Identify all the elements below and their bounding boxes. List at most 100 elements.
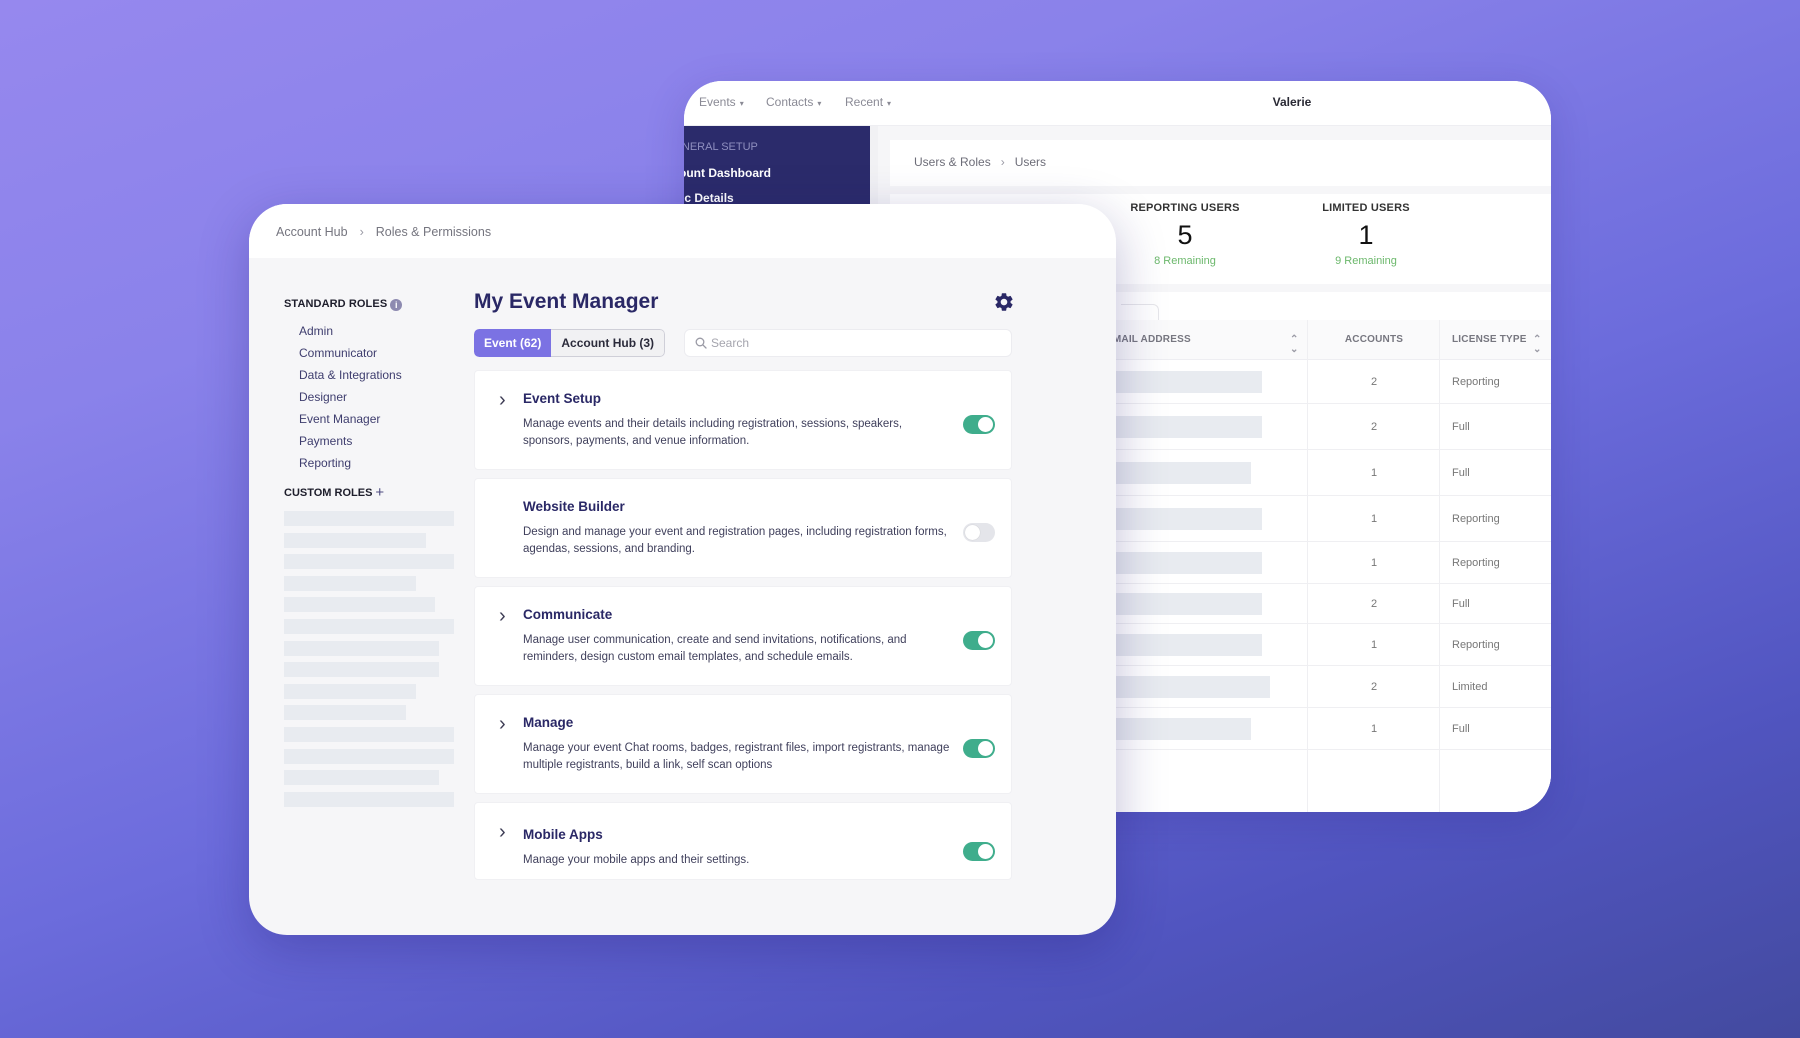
custom-role-placeholder [284,662,439,678]
column-header-license-type[interactable]: LICENSE TYPE ⌃ ⌄ [1440,320,1551,360]
permission-toggle[interactable] [963,842,995,861]
custom-role-placeholder [284,748,454,764]
column-header-email[interactable]: EMAIL ADDRESS ⌃⌄ [1116,320,1308,360]
cell-accounts: 2 [1370,598,1378,610]
role-item-reporting[interactable]: Reporting [299,456,351,470]
toggle-knob [978,417,993,432]
standard-roles-label: STANDARD ROLES [284,298,388,310]
sidebar-link-basic-details[interactable]: Basic Details [684,191,734,205]
search-icon [695,337,707,349]
top-nav-bar: Events ▾ Contacts ▾ Recent ▾ Valerie [684,81,1551,126]
nav-recent-label: Recent [845,95,884,109]
column-license-label: LICENSE TYPE [1452,334,1527,345]
cell-license-type: Reporting [1452,557,1500,569]
custom-role-placeholder [284,511,454,526]
role-item-payments[interactable]: Payments [299,434,352,448]
column-accounts-label: ACCOUNTS [1344,334,1404,345]
gear-icon[interactable] [993,291,1015,313]
role-item-admin[interactable]: Admin [299,324,333,338]
toggle-knob [978,844,993,859]
table-row[interactable]: 2 Limited [1116,666,1551,708]
roles-permissions-window: Account Hub › Roles & Permissions STANDARD… [249,204,1116,935]
table-row[interactable]: 1 Reporting [1116,542,1551,584]
nav-recent-menu[interactable]: Recent ▾ [845,95,891,109]
add-custom-role-icon[interactable]: + [375,484,384,501]
cell-license-type: Reporting [1452,639,1500,651]
role-item-communicator[interactable]: Communicator [299,346,377,360]
email-placeholder-bar [1116,416,1262,438]
table-row[interactable]: 2 Full [1116,404,1551,450]
breadcrumb-account-hub[interactable]: Account Hub [276,225,348,239]
permission-title: Event Setup [523,391,602,406]
cell-license-type: Full [1452,723,1470,735]
chevron-right-icon[interactable]: › [499,714,506,734]
permission-card-website-builder: Website Builder Design and manage your ev… [474,478,1012,578]
chevron-right-icon[interactable]: › [499,390,506,410]
permission-description: Manage events and their details includin… [523,418,903,447]
standard-roles-heading: STANDARD ROLES i [284,298,403,311]
permission-card-manage: › Manage Manage your event Chat rooms, bad… [474,694,1012,794]
table-row[interactable]: 1 Full [1116,708,1551,750]
tab-event[interactable]: Event (62) [474,329,552,357]
custom-role-placeholder [284,770,439,786]
permission-card-event-setup: › Event Setup Manage events and their deta… [474,370,1012,470]
permission-description: Manage your event Chat rooms, badges, re… [523,742,950,771]
scope-tabs: Event (62) Account Hub (3) [474,329,666,357]
info-icon[interactable]: i [390,299,403,311]
cell-license-type: Reporting [1452,376,1500,388]
table-row[interactable]: 1 Reporting [1116,496,1551,542]
sidebar-link-account-dashboard[interactable]: Account Dashboard [684,166,771,180]
page-title: My Event Manager [474,290,659,313]
permission-toggle[interactable] [963,631,995,650]
custom-role-placeholder [284,597,435,613]
email-placeholder-bar [1116,676,1270,698]
stat-limited-users: LIMITED USERS 1 9 Remaining [1266,202,1466,267]
permission-toggle[interactable] [963,739,995,758]
chevron-right-icon[interactable]: › [499,822,506,842]
sort-icon[interactable]: ⌃ ⌄ [1533,335,1542,355]
custom-roles-heading: CUSTOM ROLES + [284,484,384,501]
email-placeholder-bar [1116,718,1251,740]
chevron-right-icon: › [359,225,364,239]
users-table: EMAIL ADDRESS ⌃⌄ ACCOUNTS LICENSE TYPE ⌃… [1116,320,1551,812]
nav-events-label: Events [699,95,736,109]
column-header-accounts[interactable]: ACCOUNTS [1308,320,1440,360]
caret-down-icon: ▾ [817,99,822,108]
search-input[interactable] [711,330,1001,356]
table-row[interactable]: 2 Reporting [1116,360,1551,404]
nav-events-menu[interactable]: Events ▾ [699,95,744,109]
role-item-designer[interactable]: Designer [299,390,347,404]
toggle-knob [978,741,993,756]
permission-description: Manage your mobile apps and their settin… [523,854,750,866]
back-breadcrumb: Users & Roles › Users [914,155,1046,169]
permission-toggle[interactable] [963,523,995,542]
role-item-event-manager[interactable]: Event Manager [299,412,380,426]
email-placeholder-bar [1116,634,1262,656]
cell-license-type: Full [1452,598,1470,610]
breadcrumb-users-roles[interactable]: Users & Roles [914,155,991,169]
custom-role-placeholder [284,727,454,742]
user-name[interactable]: Valerie [1262,95,1322,109]
breadcrumb-roles-permissions: Roles & Permissions [375,225,492,239]
stat-remaining: 9 Remaining [1335,255,1397,267]
cell-accounts: 2 [1370,376,1378,388]
caret-down-icon: ▾ [887,99,892,108]
nav-contacts-menu[interactable]: Contacts ▾ [766,95,821,109]
permission-card-communicate: › Communicate Manage user communication, c… [474,586,1012,686]
table-row[interactable]: 1 Full [1116,450,1551,496]
permission-description: Design and manage your event and registr… [523,526,947,555]
custom-role-placeholder [284,705,406,721]
chevron-right-icon[interactable]: › [499,606,506,626]
cell-license-type: Full [1452,421,1470,433]
email-placeholder-bar [1116,508,1262,530]
table-row[interactable]: 2 Full [1116,584,1551,624]
table-row[interactable]: 1 Reporting [1116,624,1551,666]
permission-toggle[interactable] [963,415,995,434]
sort-icon[interactable]: ⌃ ⌄ [1290,335,1299,355]
permission-card-mobile-apps: › Mobile Apps Manage your mobile apps and … [474,802,1012,880]
email-placeholder-bar [1116,552,1262,574]
tab-account-hub[interactable]: Account Hub (3) [551,329,666,357]
role-item-data-integrations[interactable]: Data & Integrations [299,368,402,382]
custom-roles-label: CUSTOM ROLES [284,487,373,499]
back-breadcrumb-panel: Users & Roles › Users [890,140,1551,186]
